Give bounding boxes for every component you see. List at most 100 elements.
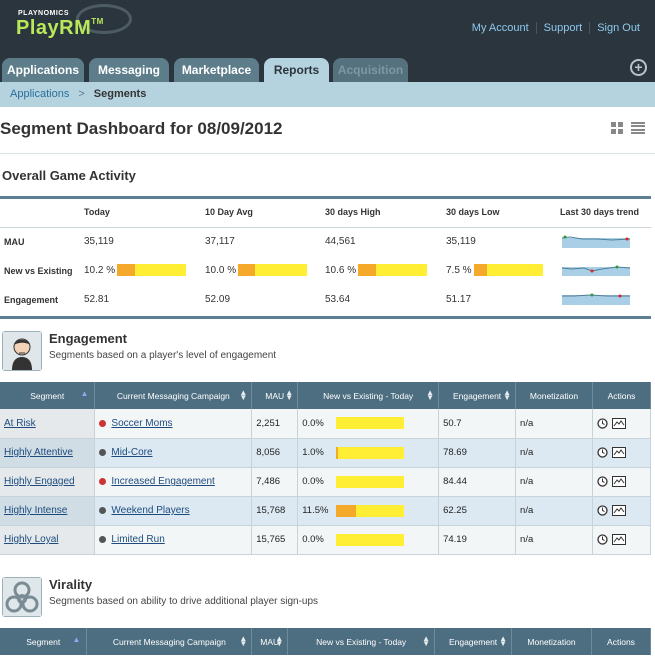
list-view-icon[interactable] <box>631 122 645 134</box>
logo-product-name: PlayRM <box>16 17 92 39</box>
my-account-link[interactable]: My Account <box>465 22 536 34</box>
nve-cell: 11.5% <box>297 496 440 526</box>
col-10day-avg: 10 Day Avg <box>205 207 253 217</box>
segment-link[interactable]: Highly Attentive <box>4 447 73 458</box>
chart-icon[interactable] <box>612 504 626 516</box>
actions-cell <box>592 438 651 468</box>
campaign-status-dot <box>99 477 107 485</box>
sign-out-link[interactable]: Sign Out <box>589 22 647 34</box>
chart-icon[interactable] <box>612 446 626 458</box>
campaign-cell: Weekend Players <box>94 496 253 526</box>
tab-reports[interactable]: Reports <box>264 58 329 84</box>
activity-header-rule <box>0 227 651 228</box>
virality-table: Segment ▲ Current Messaging Campaign ▲ ▼ MA… <box>0 628 652 655</box>
sort-icon: ▲ ▼ <box>422 634 431 648</box>
nve-high: 10.6 % <box>325 265 357 276</box>
campaign-link[interactable]: Limited Run <box>111 534 164 545</box>
tab-messaging[interactable]: Messaging <box>89 58 169 82</box>
campaign-cell: Increased Engagement <box>94 467 253 497</box>
breadcrumb: Applications > Segments <box>0 82 655 107</box>
campaign-link[interactable]: Soccer Moms <box>111 418 172 429</box>
mau-10day: 37,117 <box>205 236 235 247</box>
nve-cell: 0.0% <box>297 467 440 497</box>
campaign-link[interactable]: Weekend Players <box>111 505 189 516</box>
sort-icon: ▲ ▼ <box>239 634 248 648</box>
engagement-table: Segment ▲ Current Messaging Campaign ▲ ▼ MA… <box>0 382 651 555</box>
clock-icon[interactable] <box>597 505 608 516</box>
col-monetization: Monetization <box>511 628 592 655</box>
support-link[interactable]: Support <box>535 22 590 34</box>
table-row: At Risk Soccer Moms 2,251 0.0% 50.7 n/a <box>0 409 651 439</box>
col-mau[interactable]: MAU ▲ ▼ <box>251 628 289 655</box>
engagement-section-title: Engagement <box>49 331 128 346</box>
plus-icon[interactable]: + <box>630 59 647 76</box>
clock-icon[interactable] <box>597 534 608 545</box>
eng-10day: 52.09 <box>205 294 231 305</box>
logo-trademark: TM <box>91 17 104 26</box>
col-today: Today <box>84 207 110 217</box>
campaign-link[interactable]: Mid-Core <box>111 447 152 458</box>
col-segment[interactable]: Segment ▲ <box>0 382 96 409</box>
tab-marketplace[interactable]: Marketplace <box>174 58 259 82</box>
nve-cell: 0.0% <box>297 525 440 555</box>
row-label-mau: MAU <box>4 237 25 247</box>
segment-link[interactable]: Highly Engaged <box>4 476 75 487</box>
logo-company: PLAYNOMICS <box>18 10 70 17</box>
segment-link[interactable]: Highly Intense <box>4 505 67 516</box>
col-campaign[interactable]: Current Messaging Campaign ▲ ▼ <box>94 382 253 409</box>
logo-product: PlayRMTM <box>16 17 104 40</box>
sort-icon: ▲ ▼ <box>275 634 284 648</box>
nve-trend-sparkline <box>562 265 630 276</box>
tab-applications[interactable]: Applications <box>2 58 84 82</box>
campaign-link[interactable]: Increased Engagement <box>111 476 214 487</box>
playrm-logo[interactable]: PLAYNOMICS PlayRMTM <box>14 4 134 50</box>
chart-icon[interactable] <box>612 533 626 545</box>
nve-bar <box>336 475 405 488</box>
grid-view-icon[interactable] <box>611 122 623 134</box>
campaign-cell: Mid-Core <box>94 438 253 468</box>
biohazard-icon <box>2 577 42 617</box>
mau-cell: 15,768 <box>251 496 299 526</box>
actions-cell <box>592 525 651 555</box>
clock-icon[interactable] <box>597 418 608 429</box>
col-engagement[interactable]: Engagement ▲ ▼ <box>438 382 517 409</box>
nve-value: 0.0% <box>302 534 324 545</box>
col-campaign-label: Current Messaging Campaign <box>112 636 226 647</box>
table-row: Highly Intense Weekend Players 15,768 11.5%… <box>0 496 651 526</box>
account-links: My Account Support Sign Out <box>465 22 647 34</box>
col-new-vs-existing[interactable]: New vs Existing - Today ▲ ▼ <box>297 382 440 409</box>
col-engagement[interactable]: Engagement ▲ ▼ <box>434 628 513 655</box>
monetization-cell: n/a <box>515 496 593 526</box>
clock-icon[interactable] <box>597 447 608 458</box>
segment-link[interactable]: Highly Loyal <box>4 534 58 545</box>
breadcrumb-applications[interactable]: Applications <box>10 88 69 100</box>
col-30day-low: 30 days Low <box>446 207 500 217</box>
col-30day-high: 30 days High <box>325 207 381 217</box>
overall-activity-title: Overall Game Activity <box>2 168 136 183</box>
nve-low: 7.5 % <box>446 265 472 276</box>
eng-today: 52.81 <box>84 294 110 305</box>
mau-cell: 7,486 <box>251 467 299 497</box>
col-mau[interactable]: MAU ▲ ▼ <box>251 382 299 409</box>
col-campaign[interactable]: Current Messaging Campaign ▲ ▼ <box>86 628 253 655</box>
mau-trend-sparkline <box>562 235 630 248</box>
segment-cell: Highly Attentive <box>0 438 96 468</box>
col-engagement-label: Engagement <box>452 390 502 401</box>
sort-asc-icon: ▲ <box>80 389 89 398</box>
clock-icon[interactable] <box>597 476 608 487</box>
chart-icon[interactable] <box>612 475 626 487</box>
col-segment[interactable]: Segment ▲ <box>0 628 88 655</box>
monetization-cell: n/a <box>515 438 593 468</box>
chart-icon[interactable] <box>612 417 626 429</box>
col-new-vs-existing[interactable]: New vs Existing - Today ▲ ▼ <box>287 628 436 655</box>
sort-icon: ▲ ▼ <box>499 634 508 648</box>
actions-cell <box>592 496 651 526</box>
nve-bar <box>336 446 405 459</box>
nve-value: 0.0% <box>302 417 324 429</box>
virality-section-description: Segments based on ability to drive addit… <box>49 596 319 607</box>
segment-link[interactable]: At Risk <box>4 418 36 429</box>
nve-bar <box>336 533 405 546</box>
table-row: Highly Loyal Limited Run 15,765 0.0% 74.19 n/… <box>0 525 651 555</box>
engagement-section-description: Segments based on a player's level of en… <box>49 350 277 361</box>
col-mau-label: MAU <box>265 390 285 401</box>
